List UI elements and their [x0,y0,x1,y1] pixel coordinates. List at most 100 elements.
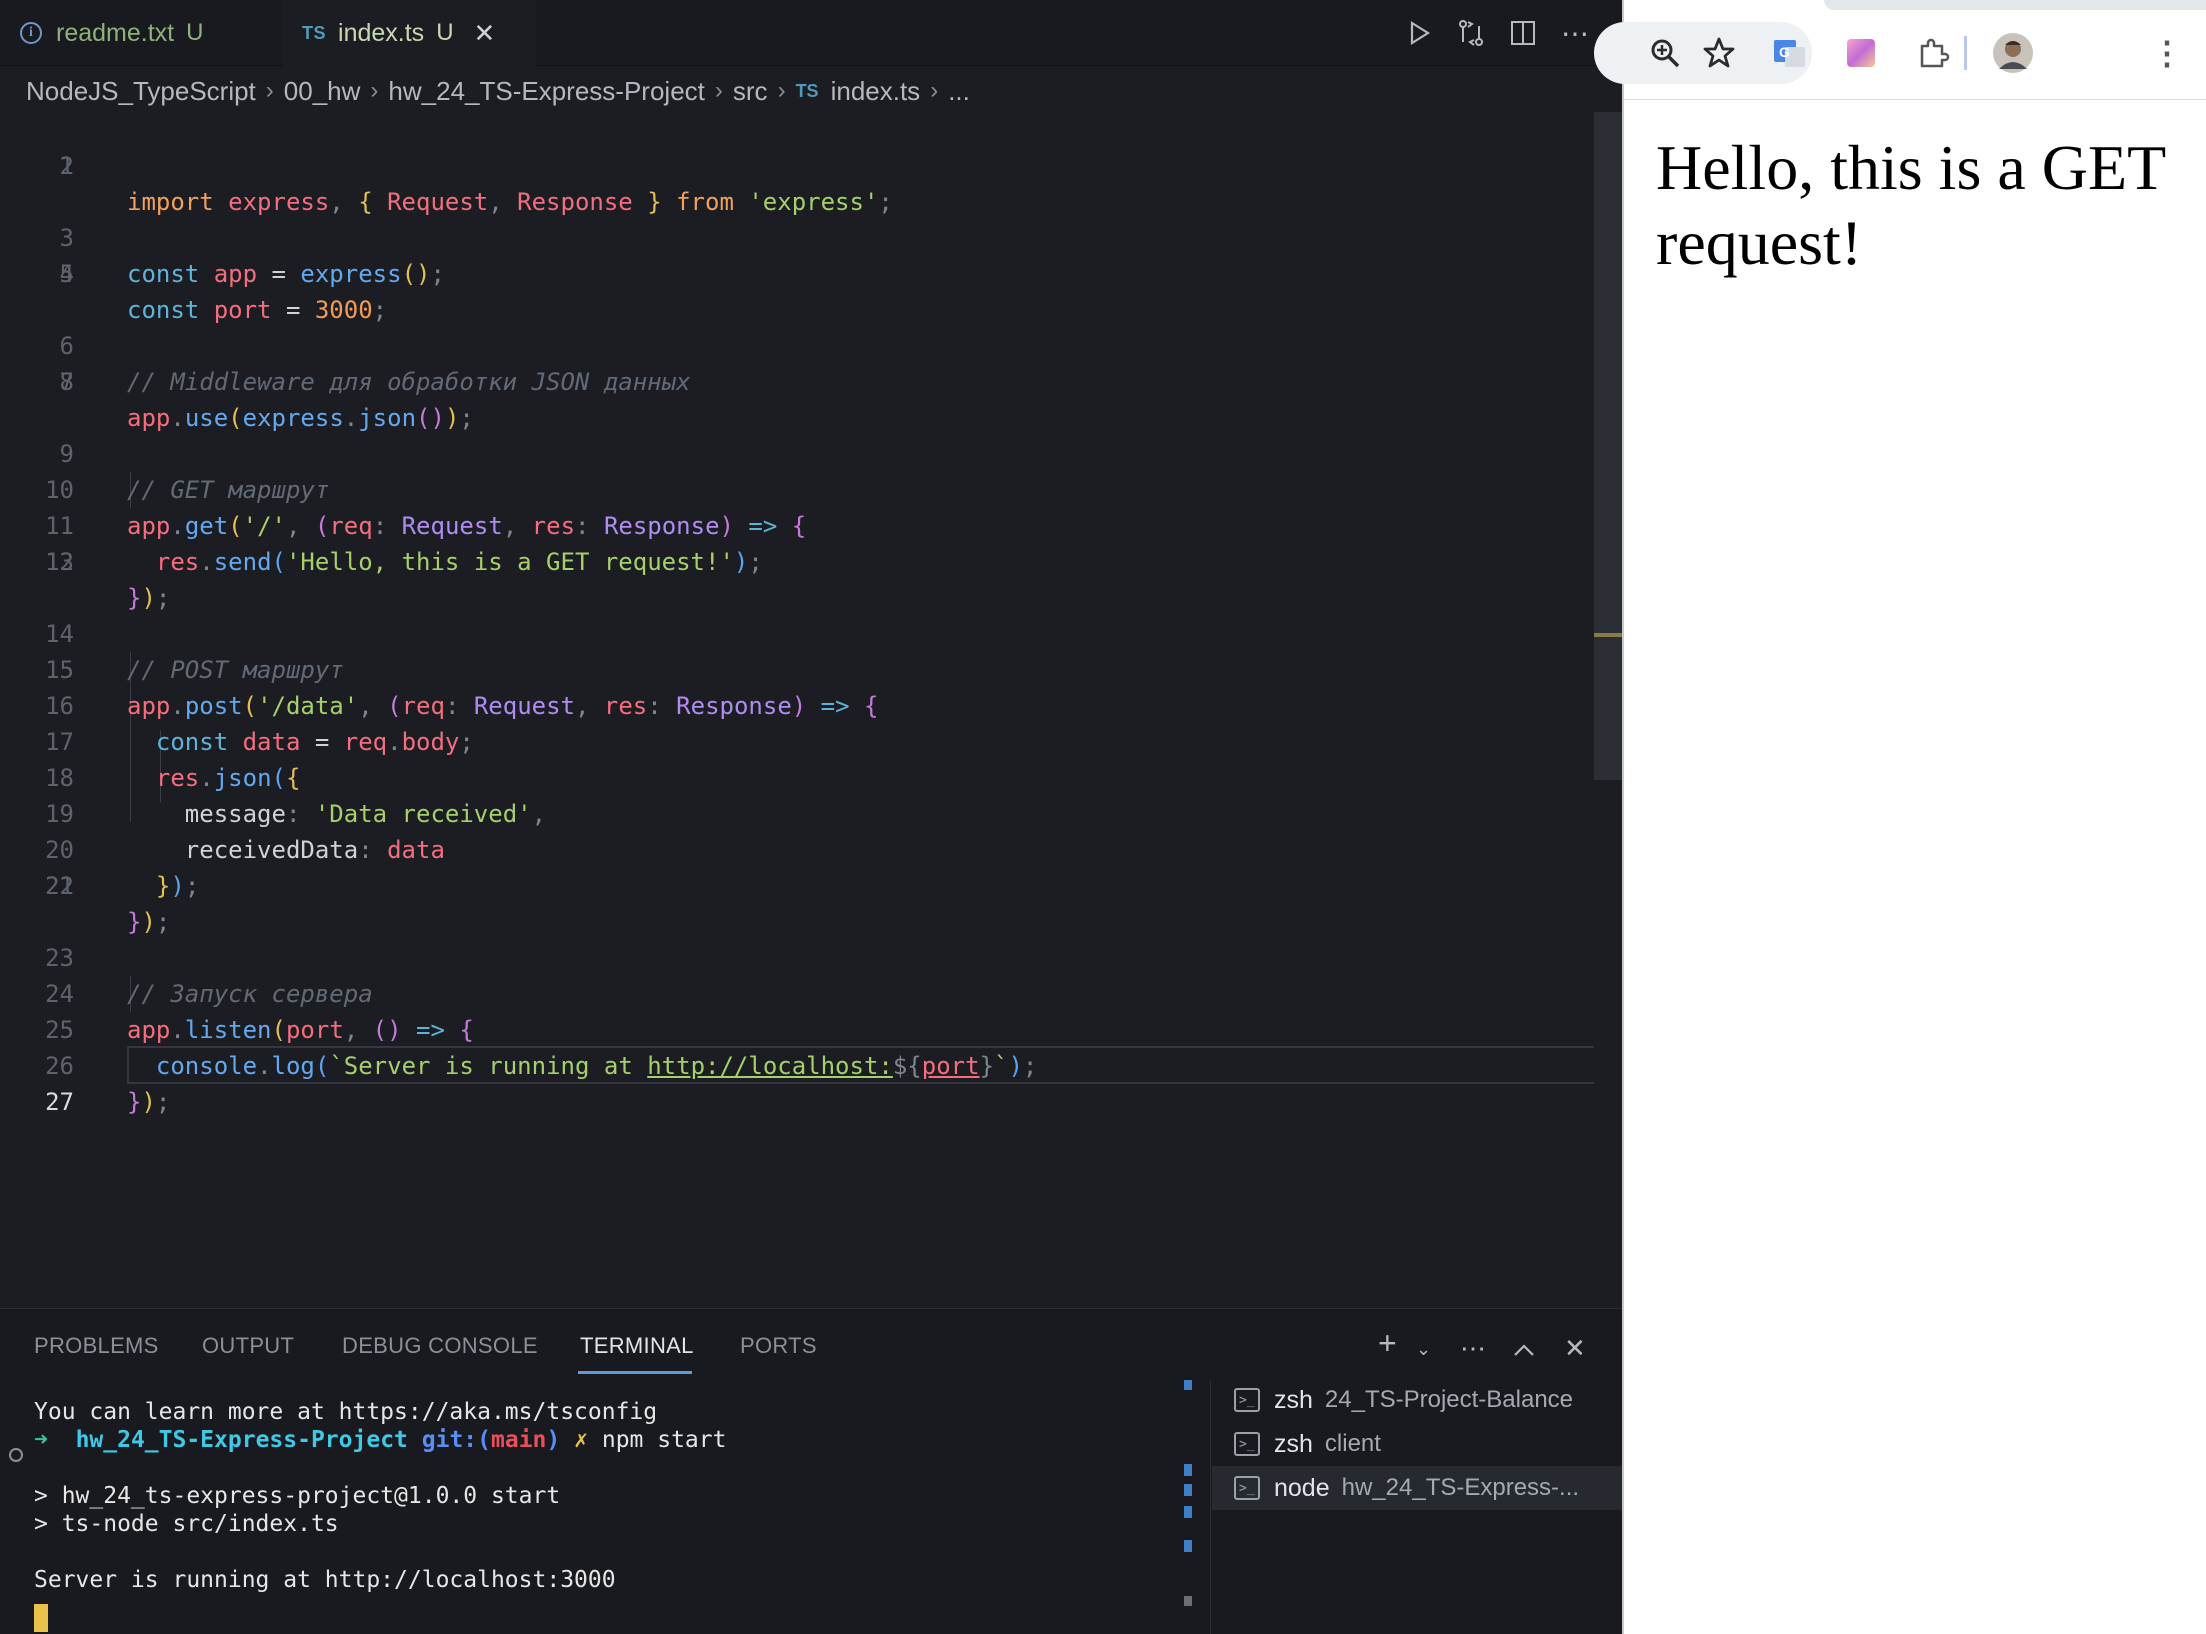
split-editor-icon[interactable] [1504,14,1542,52]
chevron-right-icon: › [930,77,939,104]
breadcrumb-item[interactable]: NodeJS_TypeScript [26,76,256,107]
typescript-icon: TS [302,22,327,43]
code-line: 9 // GET маршрут [0,400,1600,504]
code-line: 10 app.get('/', (req: Request, res: Resp… [0,436,1600,540]
close-icon[interactable]: ✕ [474,18,496,49]
code-token: ) [141,1088,156,1116]
avatar[interactable] [1990,30,2036,76]
tab-strip [1824,0,2206,10]
session-desc: hw_24_TS-Express-... [1341,1474,1580,1501]
tab-index-ts[interactable]: TS index.ts U ✕ [282,0,536,66]
breadcrumb-item[interactable]: src [733,76,768,107]
breadcrumb-item[interactable]: 00_hw [284,76,361,107]
typescript-icon: TS [795,80,819,101]
code-line: 23 // Запуск сервера [0,904,1600,1008]
session-name: zsh [1274,1385,1313,1414]
zoom-icon[interactable] [1642,30,1688,76]
terminal-line: Server is running at http://localhost:30… [34,1567,616,1593]
code-line: 12 }); [0,508,1600,612]
terminal-line: You can learn more at https://aka.ms/tsc… [34,1399,658,1425]
code-line: 24 app.listen(port, () => { [0,940,1600,1044]
session-desc: 24_TS-Project-Balance [1324,1386,1574,1413]
terminal-scroll-marker [1184,1506,1192,1518]
new-terminal-icon[interactable]: + [1378,1325,1397,1362]
chevron-right-icon: › [714,77,723,104]
terminal-scroll-marker [1184,1484,1192,1496]
breadcrumb-symbols[interactable]: ... [948,76,970,107]
tab-label: index.ts [338,18,425,47]
code-line: 26 }); [0,1012,1600,1116]
terminal-output[interactable]: You can learn more at https://aka.ms/tsc… [0,1398,1190,1634]
color-extension-icon[interactable] [1838,30,1884,76]
browser-window: G ⋮ Hello, this is a GET request! [1594,0,2206,1634]
code-line: 27 [0,1048,1600,1116]
editor-tab-bar: i readme.txt U TS index.ts U ✕ ⋯ [0,0,1622,66]
tab-terminal[interactable]: TERMINAL [580,1333,694,1359]
code-line: 8 [0,364,1600,400]
breadcrumb-file[interactable]: index.ts [831,76,921,107]
divider [1210,1380,1211,1634]
untracked-status: U [186,19,204,46]
code-line: 17 res.json({ [0,688,1600,792]
scrollbar-cursor-marker [1594,633,1622,637]
line-number: 13 [45,548,74,576]
code-line: 14 // POST маршрут [0,580,1600,684]
chevron-down-icon[interactable]: ⌄ [1416,1339,1431,1360]
line-number: 22 [45,872,74,900]
prompt-arrow: ➜ [34,1427,48,1453]
maximize-panel-icon[interactable] [1512,1335,1536,1366]
terminal-icon: >_ [1234,1388,1260,1412]
terminal-session[interactable]: >_ zsh client [1212,1422,1622,1466]
divider [1964,36,1967,70]
code-editor[interactable]: 1 import express, { Request, Response } … [0,112,1622,1308]
prompt-command: npm start [601,1427,727,1453]
breadcrumb: NodeJS_TypeScript › 00_hw › hw_24_TS-Exp… [26,72,970,110]
run-icon[interactable] [1400,14,1438,52]
chevron-right-icon: › [265,77,274,104]
more-actions-icon[interactable]: ⋯ [1556,14,1594,52]
terminal-icon: >_ [1234,1432,1260,1456]
tab-output[interactable]: OUTPUT [202,1333,294,1359]
code-token: ; [155,1088,171,1116]
extensions-puzzle-icon[interactable] [1910,30,1956,76]
prompt-directory: hw_24_TS-Express-Project [75,1427,408,1453]
compare-changes-icon[interactable] [1452,14,1490,52]
tab-problems[interactable]: PROBLEMS [34,1333,159,1359]
line-number: 27 [45,1088,74,1116]
translate-extension-icon[interactable]: G [1766,30,1812,76]
chevron-right-icon: › [370,77,379,104]
session-name: zsh [1274,1429,1313,1458]
prompt-git-close: ) [546,1427,561,1453]
code-line: 1 import express, { Request, Response } … [0,112,1600,216]
breadcrumb-item[interactable]: hw_24_TS-Express-Project [388,76,704,107]
session-desc: client [1324,1430,1381,1457]
tab-readme[interactable]: i readme.txt U [0,0,272,66]
terminal-session-active[interactable]: >_ node hw_24_TS-Express-... [1212,1466,1622,1510]
code-line: 21 }); [0,832,1600,936]
session-name: node [1274,1473,1330,1502]
tab-ports[interactable]: PORTS [740,1333,817,1359]
bookmark-star-icon[interactable] [1696,30,1742,76]
code-line: 2 [0,148,1600,184]
code-line: 18 message: 'Data received', [0,724,1600,828]
tab-label: readme.txt [56,18,175,47]
code-line: 3 const app = express(); [0,184,1600,288]
terminal-cursor [34,1604,48,1632]
more-actions-icon[interactable]: ⋯ [1460,1333,1486,1364]
tab-debug-console[interactable]: DEBUG CONSOLE [342,1333,538,1359]
chevron-right-icon: › [777,77,786,104]
svg-text:G: G [1779,44,1790,60]
browser-toolbar: G ⋮ [1594,0,2206,100]
close-panel-icon[interactable]: ✕ [1564,1333,1586,1364]
scrollbar-thumb[interactable] [1594,112,1622,780]
terminal-session[interactable]: >_ zsh 24_TS-Project-Balance [1212,1378,1622,1422]
more-menu-icon[interactable]: ⋮ [2144,30,2190,76]
terminal-scroll-marker [1184,1540,1192,1552]
code-line: 15 app.post('/data', (req: Request, res:… [0,616,1600,720]
code-line: 6 // Middleware для обработки JSON данны… [0,292,1600,396]
code-line: 13 [0,544,1600,580]
terminal-line: > hw_24_ts-express-project@1.0.0 start [34,1483,561,1509]
command-decoration-icon[interactable] [9,1448,23,1462]
prompt-branch: main [491,1427,547,1453]
code-line: 25 console.log(`Server is running at htt… [0,976,1600,1080]
